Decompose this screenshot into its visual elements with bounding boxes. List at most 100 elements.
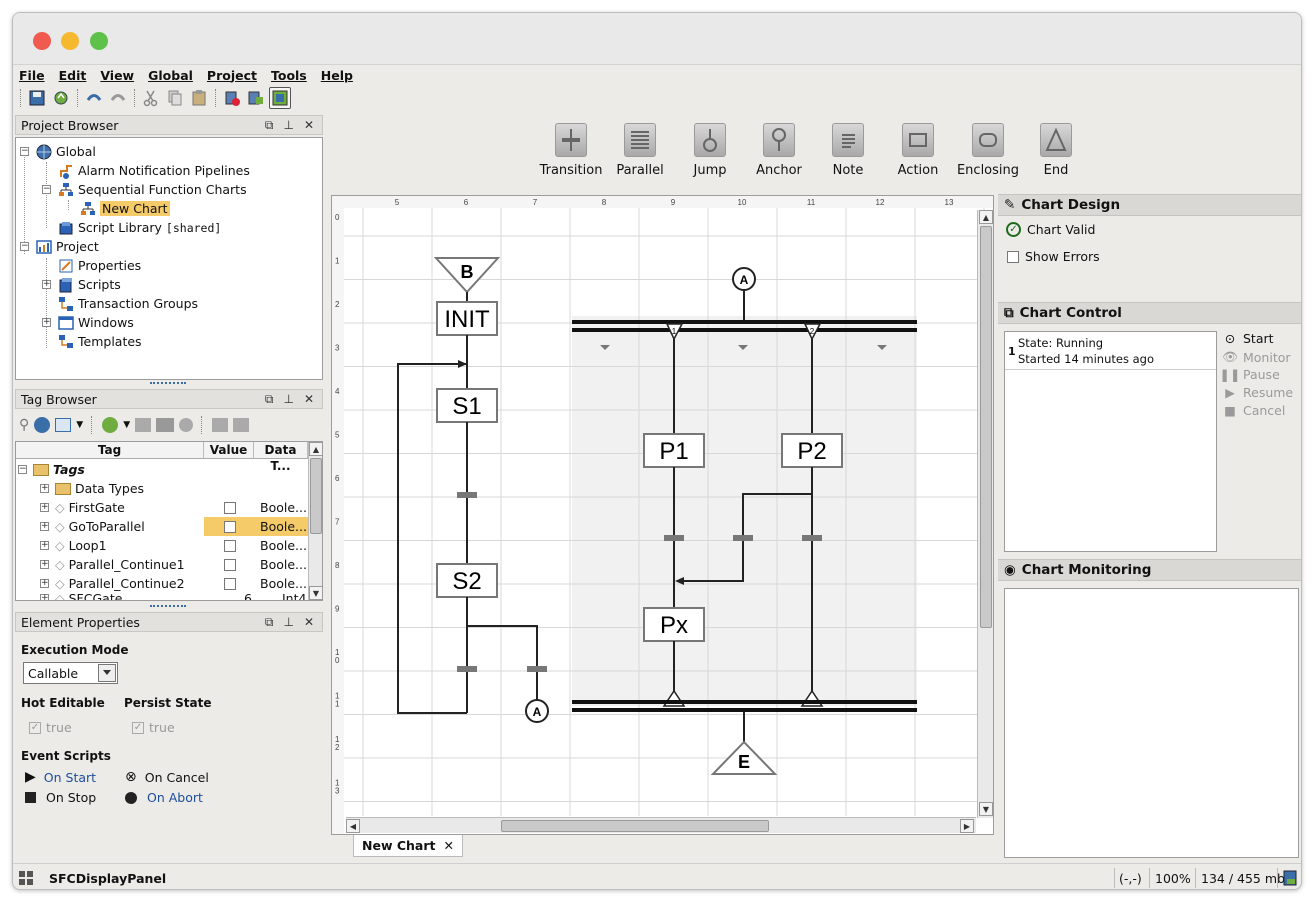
publish-button[interactable] [50, 87, 72, 109]
scroll-up-arrow[interactable]: ▲ [309, 442, 322, 456]
table-row[interactable]: + ◇ Loop1 Boole... [16, 536, 322, 555]
palette-action[interactable]: Action [883, 123, 953, 178]
resume-button[interactable]: ▶ Resume [1223, 385, 1293, 400]
parallel-start-bar[interactable] [572, 320, 917, 324]
scroll-up-arrow[interactable]: ▲ [979, 210, 993, 224]
start-button[interactable]: ⊙ Start [1223, 331, 1274, 346]
canvas-vscrollbar[interactable]: ▲ ▼ [977, 210, 993, 818]
db-refresh-icon[interactable] [34, 417, 51, 433]
table-row[interactable]: + Data Types [16, 479, 322, 498]
column-header-value[interactable]: Value [204, 442, 254, 459]
value-checkbox[interactable] [224, 501, 236, 514]
pause-button[interactable]: ❚❚ Pause [1220, 367, 1280, 382]
tree-item-properties[interactable]: Properties [58, 256, 141, 275]
scroll-thumb[interactable] [980, 226, 992, 628]
tree-item-script-library[interactable]: Script Library [shared] [58, 218, 221, 237]
on-abort-script[interactable]: On Abort [125, 790, 203, 805]
monitor-button[interactable]: 👁 Monitor [1222, 349, 1290, 365]
comm-button[interactable] [245, 87, 267, 109]
zoom-window-button[interactable] [90, 32, 108, 50]
value-checkbox[interactable] [224, 558, 236, 571]
expand-scripts[interactable]: + [42, 280, 51, 289]
show-errors-checkbox[interactable]: Show Errors [1007, 249, 1100, 264]
tag-table-scrollbar[interactable]: ▲ ▼ [308, 442, 322, 600]
redo-button[interactable] [107, 87, 129, 109]
tree-item-transaction-groups[interactable]: Transaction Groups [58, 294, 198, 313]
scroll-thumb[interactable] [501, 820, 769, 832]
scroll-right-arrow[interactable]: ▶ [960, 819, 974, 833]
scroll-down-arrow[interactable]: ▼ [309, 586, 322, 600]
expand-sfc[interactable]: − [42, 185, 51, 194]
edit-tag-icon[interactable] [135, 418, 152, 432]
chevron-down-icon[interactable] [98, 664, 116, 682]
panel-splitter[interactable] [150, 382, 186, 384]
table-row[interactable]: + ◇ SFCGate 6 Int4 [16, 591, 322, 600]
scroll-down-arrow[interactable]: ▼ [979, 802, 993, 816]
palette-enclosing[interactable]: Enclosing [953, 123, 1023, 178]
tree-item-scripts[interactable]: Scripts [58, 275, 121, 294]
tree-item-new-chart[interactable]: New Chart [80, 199, 170, 218]
menu-help[interactable]: Help [321, 68, 353, 83]
transition-bar[interactable] [457, 492, 477, 498]
tree-item-project[interactable]: Project [36, 237, 99, 256]
close-panel-icon[interactable]: ✕ [304, 118, 314, 133]
hot-editable-checkbox[interactable]: ✓ true [29, 720, 72, 735]
persist-state-checkbox[interactable]: ✓ true [132, 720, 175, 735]
palette-transition[interactable]: Transition [536, 123, 606, 178]
transition-bar[interactable] [733, 535, 753, 541]
pin-icon[interactable]: ⊥ [283, 615, 293, 630]
opc-icon[interactable] [156, 418, 175, 432]
scroll-left-arrow[interactable]: ◀ [346, 819, 360, 833]
copy-button[interactable] [164, 87, 186, 109]
save-button[interactable] [26, 87, 48, 109]
column-header-tag[interactable]: Tag [16, 442, 204, 459]
menu-file[interactable]: File [19, 68, 45, 83]
tab-new-chart[interactable]: New Chart ✕ [353, 835, 463, 857]
list-item[interactable]: 1 State: Running Started 14 minutes ago [1005, 332, 1216, 370]
execution-mode-select[interactable]: Callable [23, 662, 118, 684]
restore-panel-icon[interactable]: ⧉ [265, 118, 274, 133]
expand-project[interactable]: − [20, 242, 29, 251]
menu-project[interactable]: Project [207, 68, 257, 83]
panel-splitter[interactable] [150, 605, 186, 607]
scroll-thumb[interactable] [310, 458, 322, 534]
paste-button[interactable] [188, 87, 210, 109]
transition-bar[interactable] [527, 666, 547, 672]
chevron-down-icon[interactable]: ▼ [76, 420, 83, 430]
canvas-hscrollbar[interactable]: ◀ ▶ [346, 817, 976, 833]
on-cancel-script[interactable]: ⊗ On Cancel [125, 769, 209, 785]
palette-end[interactable]: End [1021, 123, 1091, 178]
table-row[interactable]: + ◇ GoToParallel Boole... [16, 517, 322, 536]
transition-bar[interactable] [457, 666, 477, 672]
chevron-down-icon[interactable]: ▼ [123, 420, 130, 430]
value-checkbox[interactable] [224, 520, 236, 533]
pin-icon[interactable]: ⊥ [283, 118, 293, 133]
expand-global[interactable]: − [20, 147, 29, 156]
comm-readwrite-button[interactable] [269, 87, 291, 109]
chart-canvas[interactable]: 5 6 7 8 9 10 11 12 13 012345678910111213 B INIT … [331, 195, 994, 835]
value-checkbox[interactable] [224, 577, 236, 590]
tree-item-alarm-pipelines[interactable]: Alarm Notification Pipelines [58, 161, 250, 180]
table-row[interactable]: + ◇ Parallel_Continue1 Boole... [16, 555, 322, 574]
table-row[interactable]: + ◇ FirstGate Boole... [16, 498, 322, 517]
restore-panel-icon[interactable]: ⧉ [265, 392, 274, 407]
tree-item-windows[interactable]: Windows [58, 313, 134, 332]
table-icon[interactable] [55, 418, 72, 432]
close-tab-icon[interactable]: ✕ [444, 838, 454, 853]
minimize-window-button[interactable] [61, 32, 79, 50]
tree-item-global[interactable]: Global [36, 142, 96, 161]
palette-anchor[interactable]: Anchor [744, 123, 814, 178]
parallel-end-bar[interactable] [572, 700, 917, 704]
close-panel-icon[interactable]: ✕ [304, 392, 314, 407]
palette-note[interactable]: Note [813, 123, 883, 178]
import-icon[interactable] [212, 418, 229, 432]
palette-jump[interactable]: Jump [675, 123, 745, 178]
binoculars-icon[interactable]: ⚲ [19, 417, 29, 433]
undo-button[interactable] [83, 87, 105, 109]
tree-item-sfc[interactable]: Sequential Function Charts [58, 180, 247, 199]
close-window-button[interactable] [33, 32, 51, 50]
value-checkbox[interactable] [224, 539, 236, 552]
transition-bar[interactable] [664, 535, 684, 541]
add-tag-icon[interactable] [102, 417, 119, 433]
close-panel-icon[interactable]: ✕ [304, 615, 314, 630]
